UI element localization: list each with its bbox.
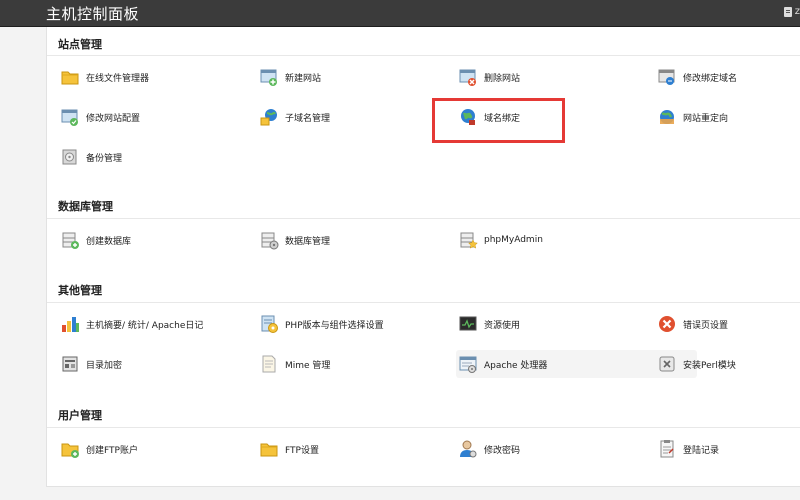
create-database-button[interactable]: 创建数据库 [58, 226, 253, 254]
item-label: 创建数据库 [86, 236, 132, 247]
change-password-button[interactable]: 修改密码 [456, 435, 651, 463]
stats-chart-icon [60, 314, 80, 334]
item-label: 子域名管理 [285, 113, 331, 124]
item-label: 域名绑定 [484, 113, 521, 124]
item-label: Apache 处理器 [484, 360, 548, 371]
lock-dir-icon [60, 354, 80, 374]
item-label: 备份管理 [86, 153, 123, 164]
ftp-folder-icon [259, 439, 279, 459]
login-log-button[interactable]: 登陆记录 [655, 435, 800, 463]
section-divider [47, 302, 800, 303]
database-manage-button[interactable]: 数据库管理 [257, 226, 452, 254]
subdomain-icon [259, 107, 279, 127]
item-label: 新建网站 [285, 73, 322, 84]
monitor-icon [458, 314, 478, 334]
item-label: 修改密码 [484, 445, 521, 456]
php-settings-icon [259, 314, 279, 334]
item-label: 目录加密 [86, 360, 123, 371]
item-label: 登陆记录 [683, 445, 720, 456]
apache-window-icon [458, 354, 478, 374]
section-title-database: 数据库管理 [58, 200, 113, 213]
resource-usage-button[interactable]: 资源使用 [456, 310, 651, 338]
subdomain-button[interactable]: 子域名管理 [257, 103, 452, 131]
item-label: 错误页设置 [683, 320, 729, 331]
stats-button[interactable]: 主机摘要/ 统计/ Apache日记 [58, 310, 253, 338]
item-label: 数据库管理 [285, 236, 331, 247]
section-divider [47, 218, 800, 219]
error-icon [657, 314, 677, 334]
user-password-icon [458, 439, 478, 459]
item-label: 删除网站 [484, 73, 521, 84]
top-bar: 主机控制面板 z [0, 0, 800, 27]
create-ftp-button[interactable]: 创建FTP账户 [58, 435, 253, 463]
item-label: 修改绑定域名 [683, 73, 738, 84]
folder-icon [60, 67, 80, 87]
item-label: 资源使用 [484, 320, 521, 331]
edit-domain-icon [657, 67, 677, 87]
db-manage-icon [259, 230, 279, 250]
backup-icon [60, 147, 80, 167]
section-title-other: 其他管理 [58, 284, 102, 297]
item-label: 安装Perl模块 [683, 360, 736, 371]
item-label: phpMyAdmin [484, 235, 543, 245]
new-site-icon [259, 67, 279, 87]
php-settings-button[interactable]: PHP版本与组件选择设置 [257, 310, 452, 338]
domain-binding-button[interactable]: 域名绑定 [456, 103, 651, 131]
perl-module-button[interactable]: 安装Perl模块 [655, 350, 800, 378]
backup-button[interactable]: 备份管理 [58, 143, 253, 171]
mime-button[interactable]: Mime 管理 [257, 350, 452, 378]
page-title: 主机控制面板 [46, 5, 140, 23]
section-divider [47, 55, 800, 56]
item-label: PHP版本与组件选择设置 [285, 320, 384, 331]
item-label: 主机摘要/ 统计/ Apache日记 [86, 320, 204, 331]
dir-encrypt-button[interactable]: 目录加密 [58, 350, 253, 378]
mime-doc-icon [259, 354, 279, 374]
ftp-settings-button[interactable]: FTP设置 [257, 435, 452, 463]
new-site-button[interactable]: 新建网站 [257, 63, 452, 91]
item-label: FTP设置 [285, 445, 319, 456]
globe-icon [458, 107, 478, 127]
site-config-button[interactable]: 修改网站配置 [58, 103, 253, 131]
control-panel: 站点管理 在线文件管理器 新建网站 删除网站 修改绑定域名 修改网站配置 子域名… [46, 27, 800, 487]
item-label: Mime 管理 [285, 360, 331, 371]
site-config-icon [60, 107, 80, 127]
delete-site-button[interactable]: 删除网站 [456, 63, 651, 91]
item-label: 网站重定向 [683, 113, 729, 124]
redirect-button[interactable]: 网站重定向 [655, 103, 800, 131]
item-label: 创建FTP账户 [86, 445, 138, 456]
phpmyadmin-button[interactable]: phpMyAdmin [456, 226, 651, 254]
error-page-button[interactable]: 错误页设置 [655, 310, 800, 338]
login-log-icon [657, 439, 677, 459]
phpmyadmin-icon [458, 230, 478, 250]
item-label: 修改网站配置 [86, 113, 141, 124]
delete-site-icon [458, 67, 478, 87]
file-manager-button[interactable]: 在线文件管理器 [58, 63, 253, 91]
item-label: 在线文件管理器 [86, 73, 150, 84]
ftp-add-folder-icon [60, 439, 80, 459]
perl-module-icon [657, 354, 677, 374]
create-db-icon [60, 230, 80, 250]
edit-domain-button[interactable]: 修改绑定域名 [655, 63, 800, 91]
section-divider [47, 427, 800, 428]
section-title-user: 用户管理 [58, 409, 102, 422]
section-title-site: 站点管理 [58, 38, 102, 51]
redirect-icon [657, 107, 677, 127]
top-right-doc-icon[interactable]: z [783, 6, 800, 17]
